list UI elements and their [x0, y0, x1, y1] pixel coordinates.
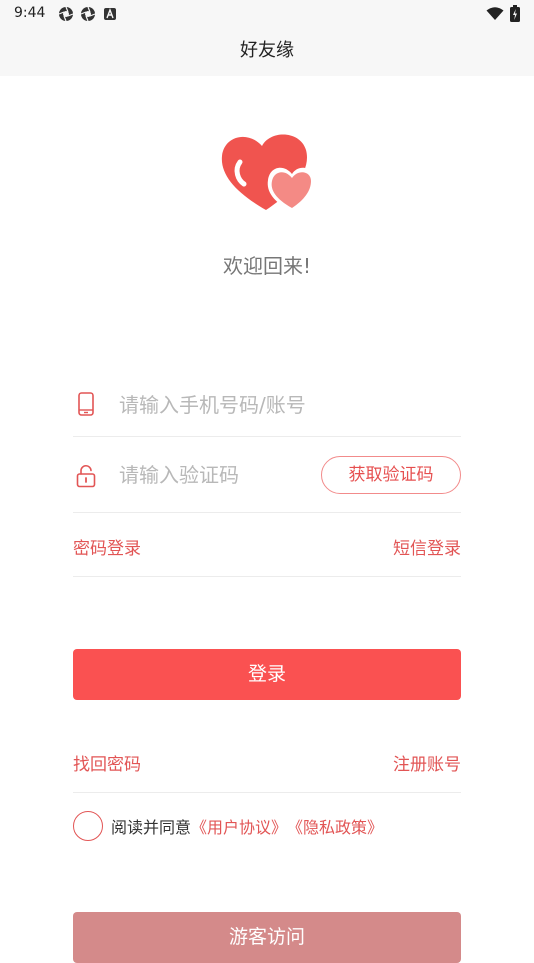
aperture-icon [58, 6, 74, 22]
guest-access-button[interactable]: 游客访问 [73, 912, 461, 963]
aperture-icon [80, 6, 96, 22]
user-agreement-link[interactable]: 《用户协议》 [191, 814, 287, 838]
phone-input[interactable] [119, 390, 449, 420]
login-mode-row: 密码登录 短信登录 [73, 520, 461, 577]
get-code-button[interactable]: 获取验证码 [321, 456, 461, 494]
register-link[interactable]: 注册账号 [393, 750, 461, 775]
wifi-icon [486, 6, 504, 20]
text-a-icon [104, 8, 116, 20]
sms-login-link[interactable]: 短信登录 [393, 534, 461, 559]
password-login-link[interactable]: 密码登录 [73, 534, 141, 559]
code-row: 获取验证码 [73, 440, 461, 513]
status-notification-icons [58, 6, 118, 22]
status-time: 9:44 [14, 5, 46, 21]
login-button[interactable]: 登录 [73, 649, 461, 700]
status-bar: 9:44 [0, 0, 534, 28]
find-password-link[interactable]: 找回密码 [73, 750, 141, 775]
welcome-text: 欢迎回来! [222, 254, 312, 278]
heart-logo-icon [221, 134, 316, 212]
privacy-policy-link[interactable]: 《隐私政策》 [287, 814, 383, 838]
agreement: 阅读并同意 《用户协议》 《隐私政策》 [73, 810, 383, 842]
battery-icon [510, 5, 520, 22]
agreement-checkbox[interactable] [73, 811, 103, 841]
verification-code-input[interactable] [119, 460, 309, 490]
phone-icon [78, 392, 94, 416]
lock-icon [76, 464, 96, 488]
agreement-prefix: 阅读并同意 [111, 818, 192, 837]
account-links-row: 找回密码 注册账号 [73, 738, 461, 793]
phone-row [73, 372, 461, 437]
status-system-icons [486, 5, 520, 22]
page-title: 好友缘 [240, 40, 294, 61]
title-bar: 好友缘 [0, 28, 534, 76]
